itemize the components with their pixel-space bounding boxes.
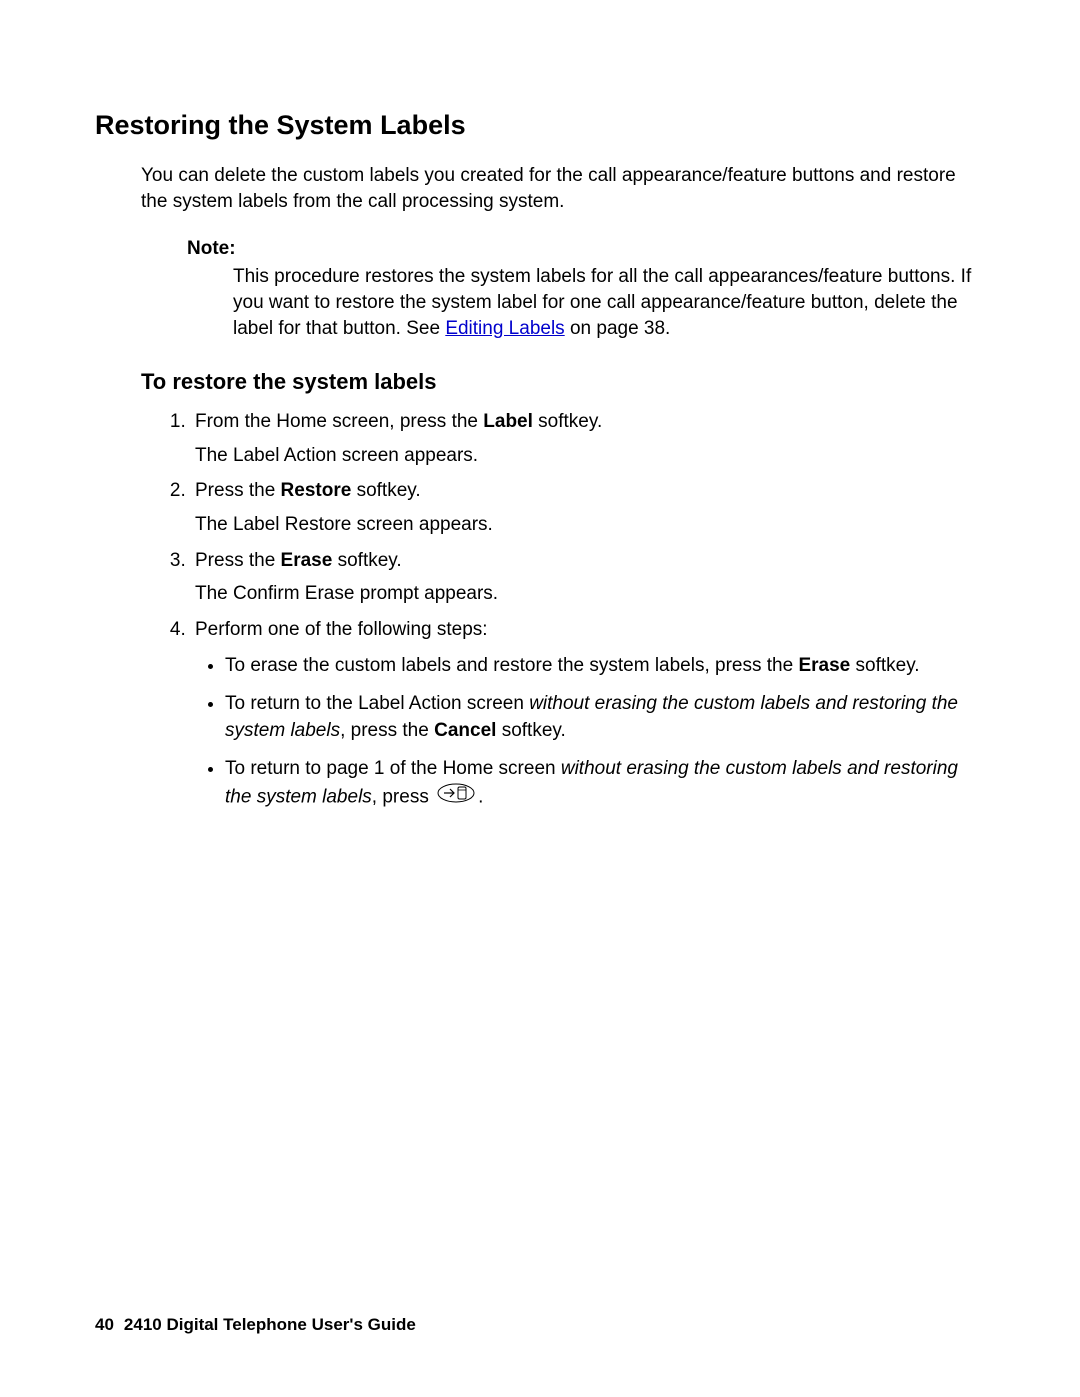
step-4-b2-post: softkey. — [496, 720, 565, 741]
step-1-pre: From the Home screen, press the — [195, 411, 483, 432]
step-4-b3-post: . — [478, 786, 483, 807]
step-2-pre: Press the — [195, 480, 281, 501]
step-4-b2-mid: , press the — [340, 720, 434, 741]
note-label: Note: — [187, 238, 985, 260]
step-1-result: The Label Action screen appears. — [195, 443, 985, 469]
step-3: Press the Erase softkey. The Confirm Era… — [191, 548, 985, 607]
step-3-post: softkey. — [332, 550, 401, 571]
step-4-b1-post: softkey. — [850, 655, 919, 676]
step-4-b1-bold: Erase — [798, 655, 850, 676]
step-4-b2-bold: Cancel — [434, 720, 496, 741]
page-number: 40 — [95, 1315, 114, 1334]
intro-paragraph: You can delete the custom labels you cre… — [141, 163, 985, 214]
step-3-bold: Erase — [281, 550, 333, 571]
step-3-pre: Press the — [195, 550, 281, 571]
step-4: Perform one of the following steps: To e… — [191, 617, 985, 812]
note-block: Note: This procedure restores the system… — [187, 238, 985, 341]
step-2: Press the Restore softkey. The Label Res… — [191, 478, 985, 537]
page-heading: Restoring the System Labels — [95, 110, 985, 141]
step-4-bullet-1: To erase the custom labels and restore t… — [225, 653, 985, 680]
step-4-b3-pre: To return to page 1 of the Home screen — [225, 758, 561, 779]
step-4-bullets: To erase the custom labels and restore t… — [195, 653, 985, 812]
step-4-b2-pre: To return to the Label Action screen — [225, 693, 529, 714]
note-body: This procedure restores the system label… — [233, 264, 985, 341]
exit-button-icon — [436, 783, 476, 812]
step-4-lead: Perform one of the following steps: — [195, 619, 488, 640]
step-2-result: The Label Restore screen appears. — [195, 512, 985, 538]
step-3-result: The Confirm Erase prompt appears. — [195, 581, 985, 607]
page-footer: 40 2410 Digital Telephone User's Guide — [95, 1315, 416, 1335]
editing-labels-link[interactable]: Editing Labels — [445, 318, 564, 339]
step-1-post: softkey. — [533, 411, 602, 432]
step-1-bold: Label — [483, 411, 533, 432]
step-4-b3-mid: , press — [372, 786, 434, 807]
document-title: 2410 Digital Telephone User's Guide — [124, 1315, 416, 1334]
step-1: From the Home screen, press the Label so… — [191, 409, 985, 468]
procedure-steps: From the Home screen, press the Label so… — [165, 409, 985, 811]
procedure-heading: To restore the system labels — [141, 369, 985, 395]
step-4-bullet-3: To return to page 1 of the Home screen w… — [225, 756, 985, 811]
step-4-b1-pre: To erase the custom labels and restore t… — [225, 655, 798, 676]
note-body-post: on page 38. — [565, 318, 671, 339]
step-2-bold: Restore — [281, 480, 352, 501]
step-2-post: softkey. — [351, 480, 420, 501]
step-4-bullet-2: To return to the Label Action screen wit… — [225, 691, 985, 744]
document-page: Restoring the System Labels You can dele… — [0, 0, 1080, 1397]
